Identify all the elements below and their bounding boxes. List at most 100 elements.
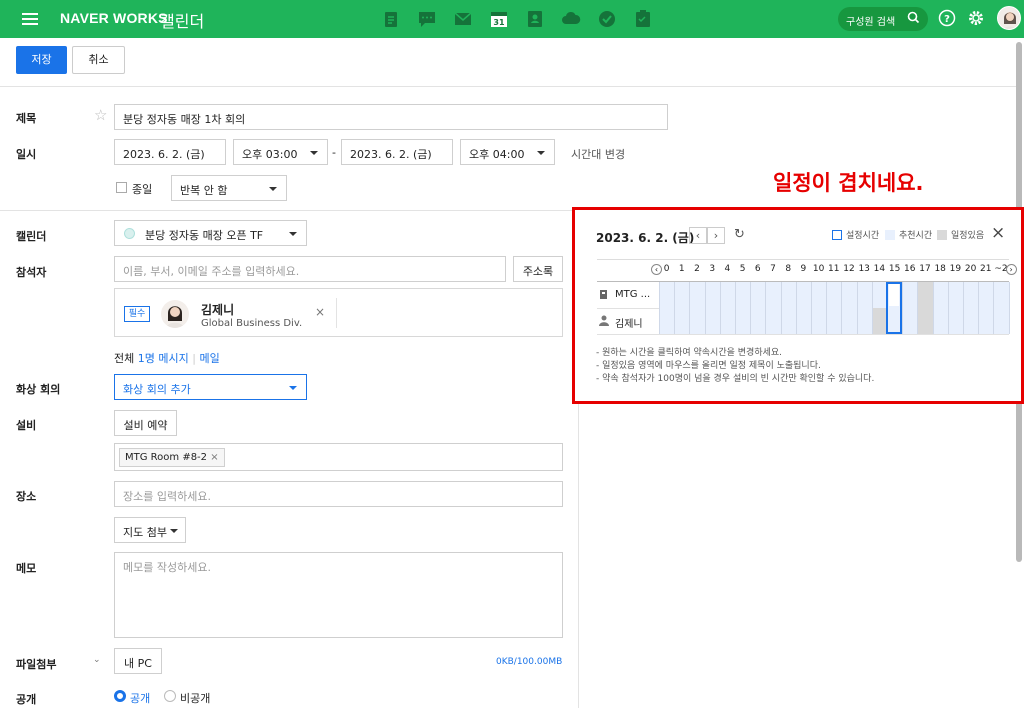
map-attach-button[interactable]: 지도 첨부 — [114, 517, 186, 543]
prev-day-button[interactable]: ‹ — [689, 227, 707, 244]
chevron-down-icon — [310, 151, 318, 155]
busy-slot[interactable] — [871, 308, 887, 334]
hour-tick-label: 3 — [709, 264, 716, 274]
board-icon[interactable] — [632, 9, 654, 29]
location-input[interactable]: 장소를 입력하세요. — [114, 481, 563, 507]
hour-grid-line — [993, 282, 995, 334]
contacts-icon[interactable] — [524, 9, 546, 29]
member-search[interactable]: 구성원 검색 — [838, 7, 928, 31]
private-option-label: 비공개 — [180, 692, 211, 705]
hour-tick-label: 20 — [964, 264, 977, 274]
hour-tick-label: 11 — [828, 264, 840, 274]
equipment-tag: MTG Room #8-2 × — [119, 448, 225, 467]
hour-tick-label: 21 — [980, 264, 992, 274]
task-icon[interactable] — [596, 9, 618, 29]
selected-slot-fill — [889, 284, 900, 306]
hour-tick-label: 7 — [770, 264, 776, 274]
memo-textarea[interactable]: 메모를 작성하세요. — [114, 552, 563, 638]
recommend-band — [659, 282, 1009, 308]
hour-tick-label: 1 — [678, 264, 685, 274]
summary-separator: | — [192, 352, 196, 365]
my-pc-button[interactable]: 내 PC — [114, 648, 162, 674]
address-book-button[interactable]: 주소록 — [513, 256, 563, 282]
equipment-reserve-button[interactable]: 설비 예약 — [114, 410, 177, 436]
drive-icon[interactable] — [560, 9, 582, 29]
member-search-label: 구성원 검색 — [846, 17, 896, 28]
title-label: 제목 — [16, 112, 37, 125]
calendar-value: 분당 정자동 매장 오픈 TF — [145, 229, 264, 242]
scroll-right-icon[interactable]: › — [1005, 264, 1017, 275]
equipment-field: MTG Room #8-2 × — [114, 443, 563, 471]
file-label: 파일첨부 — [16, 658, 57, 671]
title-input[interactable]: 분당 정자동 매장 1차 회의 — [114, 104, 668, 130]
hour-tick-label: 8 — [785, 264, 792, 274]
remove-attendee-icon[interactable]: × — [315, 305, 325, 319]
attendees-input[interactable]: 이름, 부서, 이메일 주소를 입력하세요. — [114, 256, 506, 282]
help-icon[interactable]: ? — [938, 9, 956, 27]
equipment-label: 설비 — [16, 419, 37, 432]
calendar-icon-day: 31 — [493, 18, 505, 27]
calendar-color-dot — [124, 228, 135, 239]
allday-checkbox[interactable] — [116, 182, 127, 193]
calendar-icon[interactable]: 31 — [488, 9, 510, 29]
gear-icon[interactable] — [967, 9, 985, 27]
summary-total: 전체 — [114, 352, 135, 365]
note-icon[interactable] — [380, 9, 402, 29]
busy-slot[interactable] — [917, 308, 933, 334]
hour-tick-label: 18 — [934, 264, 946, 274]
attendee-dept: Global Business Div. — [201, 318, 303, 329]
start-time-select[interactable]: 오후 03:00 — [233, 139, 328, 165]
save-button[interactable]: 저장 — [16, 46, 67, 74]
legend-busy: 일정있음 — [951, 231, 985, 241]
message-link[interactable]: 메시지 — [158, 352, 188, 365]
chat-icon[interactable] — [416, 9, 438, 29]
brand-logo[interactable]: NAVER WORKS — [60, 10, 168, 26]
start-date-input[interactable]: 2023. 6. 2. (금) — [114, 139, 226, 165]
hour-grid-line — [689, 282, 691, 334]
close-icon[interactable]: × — [991, 223, 1005, 243]
busy-slot[interactable] — [917, 282, 933, 308]
next-day-button[interactable]: › — [707, 227, 725, 244]
end-date-input[interactable]: 2023. 6. 2. (금) — [341, 139, 453, 165]
hour-tick-label: 12 — [843, 264, 855, 274]
attendees-placeholder: 이름, 부서, 이메일 주소를 입력하세요. — [123, 265, 300, 278]
end-time-select[interactable]: 오후 04:00 — [460, 139, 555, 165]
refresh-icon[interactable]: ↻ — [734, 227, 745, 242]
hour-grid-line — [659, 282, 660, 334]
schedule-date: 2023. 6. 2. (금) — [596, 231, 695, 245]
star-icon[interactable]: ☆ — [94, 106, 107, 124]
required-badge[interactable]: 필수 — [124, 306, 150, 322]
hour-grid-line — [932, 282, 934, 334]
allday-label: 종일 — [132, 183, 153, 196]
private-radio[interactable] — [164, 690, 176, 702]
public-radio[interactable] — [114, 690, 126, 702]
hour-grid-line — [841, 282, 843, 334]
recommend-band — [659, 308, 1009, 334]
scroll-left-icon[interactable]: ‹ — [651, 264, 662, 275]
timeline-grid[interactable]: 0 1 2 3 4 5 6 7 8 9 10 11 12 13 14 15 16 17 18 19 20 21 ~2 ‹ › MT… — [597, 259, 1017, 336]
repeat-value: 반복 안 함 — [180, 184, 228, 197]
cancel-button[interactable]: 취소 — [72, 46, 125, 74]
hour-tick-label: 19 — [949, 264, 962, 274]
hour-grid-line — [1008, 282, 1010, 334]
calendar-select[interactable]: 분당 정자동 매장 오픈 TF — [114, 220, 307, 246]
legend-set-swatch — [832, 230, 842, 240]
hour-tick-label: 5 — [739, 264, 746, 274]
mail-link[interactable]: 메일 — [199, 352, 219, 365]
menu-icon[interactable] — [22, 10, 38, 28]
legend-recommend-swatch — [885, 230, 895, 240]
mail-icon[interactable] — [452, 9, 474, 29]
memo-placeholder: 메모를 작성하세요. — [123, 561, 211, 574]
hour-grid-line — [750, 282, 752, 334]
timezone-link[interactable]: 시간대 변경 — [571, 146, 625, 162]
repeat-select[interactable]: 반복 안 함 — [171, 175, 287, 201]
attendee-name: 김제니 — [201, 303, 235, 317]
video-select[interactable]: 화상 회의 추가 — [114, 374, 307, 400]
map-button-label: 지도 첨부 — [123, 526, 167, 539]
user-avatar[interactable] — [997, 6, 1021, 30]
chevron-down-icon[interactable]: ⌄ — [93, 655, 101, 665]
hour-tick-label: 16 — [904, 264, 916, 274]
location-label: 장소 — [16, 490, 37, 503]
attendees-label: 참석자 — [16, 266, 47, 279]
remove-tag-icon[interactable]: × — [210, 452, 218, 463]
